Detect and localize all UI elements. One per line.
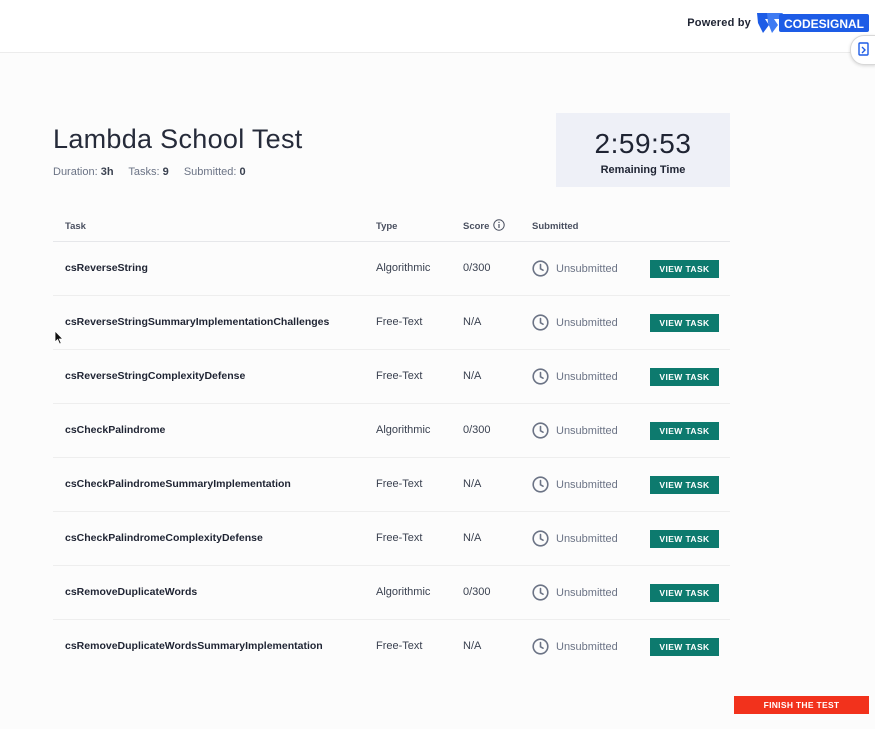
timer-panel: 2:59:53 Remaining Time bbox=[556, 113, 730, 187]
table-row: csReverseStringSummaryImplementationChal… bbox=[53, 296, 730, 350]
task-score: 0/300 bbox=[463, 586, 491, 598]
status-text: Unsubmitted bbox=[556, 262, 618, 275]
remaining-time-label: Remaining Time bbox=[600, 164, 686, 176]
task-name: csCheckPalindromeSummaryImplementation bbox=[65, 478, 291, 490]
task-name: csCheckPalindrome bbox=[65, 424, 166, 436]
view-task-button[interactable]: VIEW TASK bbox=[650, 476, 719, 494]
task-name: csCheckPalindromeComplexityDefense bbox=[65, 532, 263, 544]
status-text: Unsubmitted bbox=[556, 370, 618, 383]
table-body: csReverseString Algorithmic 0/300 Unsubmitt… bbox=[53, 242, 730, 673]
task-name: csReverseString bbox=[65, 262, 148, 274]
task-type: Free-Text bbox=[376, 640, 423, 652]
submitted-meta: Submitted: 0 bbox=[183, 166, 246, 178]
task-name: csRemoveDuplicateWords bbox=[65, 586, 198, 598]
view-task-button[interactable]: VIEW TASK bbox=[650, 422, 719, 440]
page-title: Lambda School Test bbox=[53, 124, 303, 154]
clock-icon bbox=[532, 638, 549, 655]
view-task-button[interactable]: VIEW TASK bbox=[650, 260, 719, 278]
task-table: Task Type Score Submitted csReverseStrin… bbox=[53, 212, 730, 673]
status-text: Unsubmitted bbox=[556, 478, 618, 491]
view-task-button[interactable]: VIEW TASK bbox=[650, 530, 719, 548]
powered-by-text: Powered by bbox=[687, 17, 751, 29]
submission-status: Unsubmitted bbox=[532, 638, 618, 655]
clock-icon bbox=[532, 260, 549, 277]
duration-meta: Duration: 3h bbox=[53, 166, 114, 178]
table-row: csCheckPalindromeComplexityDefense Free-T… bbox=[53, 512, 730, 566]
test-meta: Duration: 3h Tasks: 9 Submitted: 0 bbox=[53, 166, 258, 178]
status-text: Unsubmitted bbox=[556, 586, 618, 599]
submission-status: Unsubmitted bbox=[532, 584, 618, 601]
mouse-cursor-icon bbox=[54, 330, 64, 345]
submission-status: Unsubmitted bbox=[532, 368, 618, 385]
task-score: N/A bbox=[463, 532, 482, 544]
table-row: csReverseStringComplexityDefense Free-Tex… bbox=[53, 350, 730, 404]
header-task: Task bbox=[65, 221, 86, 232]
submission-status: Unsubmitted bbox=[532, 422, 618, 439]
view-task-button[interactable]: VIEW TASK bbox=[650, 368, 719, 386]
status-text: Unsubmitted bbox=[556, 316, 618, 329]
submission-status: Unsubmitted bbox=[532, 476, 618, 493]
table-row: csCheckPalindrome Algorithmic 0/300 Unsubmi… bbox=[53, 404, 730, 458]
task-type: Algorithmic bbox=[376, 262, 431, 274]
status-text: Unsubmitted bbox=[556, 640, 618, 653]
top-bar: Powered by CODESIGNAL bbox=[0, 0, 875, 53]
clock-icon bbox=[532, 584, 549, 601]
task-type: Algorithmic bbox=[376, 424, 431, 436]
task-score: 0/300 bbox=[463, 262, 491, 274]
task-name: csReverseStringComplexityDefense bbox=[65, 370, 246, 382]
info-icon[interactable] bbox=[493, 219, 506, 232]
status-text: Unsubmitted bbox=[556, 532, 618, 545]
header-submitted: Submitted bbox=[532, 221, 579, 232]
task-score: N/A bbox=[463, 370, 482, 382]
tasks-meta: Tasks: 9 bbox=[128, 166, 169, 178]
header-type: Type bbox=[376, 221, 398, 232]
task-type: Free-Text bbox=[376, 532, 423, 544]
table-header: Task Type Score Submitted bbox=[53, 212, 730, 242]
remaining-time-value: 2:59:53 bbox=[594, 128, 692, 159]
codesignal-logo-icon[interactable]: CODESIGNAL bbox=[757, 11, 869, 35]
task-type: Free-Text bbox=[376, 370, 423, 382]
table-row: csReverseString Algorithmic 0/300 Unsubmitt… bbox=[53, 242, 730, 296]
clock-icon bbox=[532, 422, 549, 439]
task-score: N/A bbox=[463, 316, 482, 328]
view-task-button[interactable]: VIEW TASK bbox=[650, 314, 719, 332]
status-text: Unsubmitted bbox=[556, 424, 618, 437]
side-share-tab[interactable] bbox=[850, 35, 875, 65]
task-type: Free-Text bbox=[376, 478, 423, 490]
finish-test-button[interactable]: FINISH THE TEST bbox=[734, 696, 869, 714]
submission-status: Unsubmitted bbox=[532, 260, 618, 277]
clock-icon bbox=[532, 368, 549, 385]
clock-icon bbox=[532, 314, 549, 331]
share-icon bbox=[858, 42, 869, 56]
submission-status: Unsubmitted bbox=[532, 314, 618, 331]
task-score: N/A bbox=[463, 478, 482, 490]
header-score: Score bbox=[463, 219, 506, 232]
submission-status: Unsubmitted bbox=[532, 530, 618, 547]
view-task-button[interactable]: VIEW TASK bbox=[650, 638, 719, 656]
table-row: csRemoveDuplicateWordsSummaryImplementat… bbox=[53, 620, 730, 673]
clock-icon bbox=[532, 476, 549, 493]
table-row: csCheckPalindromeSummaryImplementation Fr… bbox=[53, 458, 730, 512]
view-task-button[interactable]: VIEW TASK bbox=[650, 584, 719, 602]
clock-icon bbox=[532, 530, 549, 547]
task-score: N/A bbox=[463, 640, 482, 652]
table-row: csRemoveDuplicateWords Algorithmic 0/300 Un… bbox=[53, 566, 730, 620]
task-name: csReverseStringSummaryImplementationChal… bbox=[65, 316, 330, 328]
task-name: csRemoveDuplicateWordsSummaryImplementat… bbox=[65, 640, 323, 652]
task-type: Algorithmic bbox=[376, 586, 431, 598]
task-score: 0/300 bbox=[463, 424, 491, 436]
task-type: Free-Text bbox=[376, 316, 423, 328]
logo-text: CODESIGNAL bbox=[784, 17, 864, 31]
